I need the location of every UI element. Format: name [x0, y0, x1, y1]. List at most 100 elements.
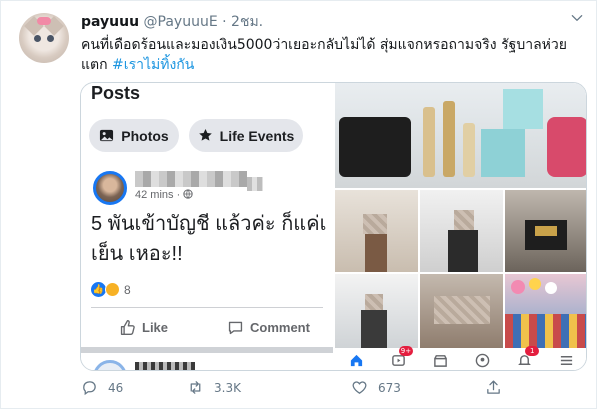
tweet-actions: 46 3.3K 673 [81, 379, 581, 401]
grid-photo[interactable] [335, 274, 418, 348]
marketplace-tab[interactable] [433, 353, 448, 368]
tweet-text-line-2: แตก #เราไม่ทิ้งกัน [81, 55, 581, 75]
star-flag-icon [198, 128, 212, 141]
menu-tab[interactable] [559, 353, 574, 368]
user-handle[interactable]: @PayuuuE [144, 14, 218, 30]
share-button[interactable] [485, 379, 502, 396]
like-reaction-icon: 👍 [91, 282, 106, 297]
menu-icon [561, 355, 573, 365]
notification-badge: 9+ [398, 345, 414, 356]
post-body: 5 พันเข้าบัญชี แล้วค่ะ ก็แค่เ เย็น เหอะ!… [91, 209, 326, 269]
person-figure [448, 230, 478, 272]
profile-icon [475, 353, 490, 367]
next-post-blurred-name [135, 362, 195, 370]
photos-button[interactable]: Photos [89, 119, 179, 152]
blurred-region [247, 177, 263, 191]
post-divider [91, 307, 323, 308]
tweet-media[interactable]: Posts Photos Life Events 42 mins · 5 พัน… [80, 82, 587, 371]
reply-icon [83, 381, 96, 396]
heart-icon [352, 381, 367, 394]
fb-comment-button[interactable]: Comment [227, 319, 310, 336]
user-avatar[interactable] [19, 13, 69, 63]
pink-handbag [547, 117, 586, 177]
reply-count: 46 [108, 380, 124, 395]
like-button[interactable]: 673 [351, 379, 401, 396]
teal-box [503, 89, 543, 129]
blurred-face [454, 210, 474, 230]
grid-photo[interactable] [505, 190, 586, 272]
tweet-text: คนที่เดือดร้อนและมองเงิน5000ว่าเยอะกลับไ… [81, 35, 581, 75]
retweet-button[interactable]: 3.3K [187, 379, 241, 396]
fb-comment-label: Comment [250, 320, 310, 335]
post-body-line-2: เย็น เหอะ!! [91, 243, 183, 265]
person-figure [365, 234, 387, 272]
reaction-count: 8 [124, 282, 131, 297]
facebook-screenshot[interactable]: Posts Photos Life Events 42 mins · 5 พัน… [81, 83, 333, 370]
teal-box [481, 129, 525, 177]
tweet-card[interactable]: payuuu @PayuuuE · 2ชม. คนที่เดือดร้อนและ… [0, 0, 597, 409]
blurred-face [363, 214, 387, 234]
tweet-text-line-1: คนที่เดือดร้อนและมองเงิน5000ว่าเยอะกลับไ… [81, 37, 567, 53]
life-events-button[interactable]: Life Events [189, 119, 303, 152]
avatar-bow [37, 17, 51, 25]
fb-like-button[interactable]: Like [119, 319, 168, 336]
perfume-bottle [423, 107, 435, 177]
message-badge: 1 [525, 345, 540, 356]
blurred-face [365, 294, 383, 310]
like-count: 673 [378, 380, 401, 395]
display-name[interactable]: payuuu [81, 14, 139, 30]
video-tab[interactable]: 9+ [391, 345, 414, 368]
life-events-label: Life Events [219, 127, 295, 144]
app-bottom-nav: 9+ 1 [335, 345, 586, 370]
tweet-text-prefix: แตก [81, 57, 113, 73]
share-icon [487, 380, 500, 394]
balloon [529, 278, 541, 290]
globe-icon [183, 189, 193, 199]
grid-photo[interactable] [335, 190, 418, 272]
notifications-tab[interactable]: 1 [517, 345, 540, 368]
perfume-bottle [443, 101, 455, 177]
retweet-icon [190, 381, 201, 394]
blurred-faces [434, 296, 490, 324]
post-meta-separator: · [176, 189, 181, 201]
avatar-eye-right [47, 35, 54, 42]
fb-like-label: Like [142, 320, 169, 335]
balloon [545, 282, 557, 294]
person-figure [361, 310, 387, 348]
hashtag-link[interactable]: #เราไม่ทิ้งกัน [112, 57, 194, 73]
photo-grid-screenshot[interactable]: 9+ 1 [335, 83, 586, 370]
tweet-time[interactable]: 2ชม. [231, 14, 263, 30]
balloon [511, 280, 525, 294]
blurred-author-name [135, 171, 247, 187]
retweet-count: 3.3K [214, 380, 241, 395]
photos-label: Photos [121, 127, 169, 144]
luxury-items-photo[interactable] [335, 83, 586, 188]
black-handbag [339, 117, 411, 177]
grid-photo[interactable] [420, 190, 503, 272]
posts-heading: Posts [91, 83, 141, 103]
post-author-avatar[interactable] [93, 171, 127, 205]
gold-logo [535, 226, 557, 236]
post-meta: 42 mins · [135, 189, 193, 201]
perfume-bottle [463, 123, 475, 177]
post-separator [81, 347, 333, 353]
grid-photo[interactable] [505, 274, 586, 348]
home-tab[interactable] [349, 353, 364, 368]
photos-icon [100, 129, 114, 142]
tweet-header: payuuu @PayuuuE · 2ชม. [81, 11, 263, 33]
crowd [505, 314, 586, 348]
thumbs-up-icon [120, 320, 135, 335]
post-time: 42 mins [135, 189, 174, 201]
post-body-line-1: 5 พันเข้าบัญชี แล้วค่ะ ก็แค่เ [91, 213, 327, 235]
shop-icon [434, 354, 447, 367]
reply-button[interactable]: 46 [81, 379, 123, 396]
next-post-avatar [93, 360, 127, 370]
header-separator: · [222, 14, 227, 30]
reactions[interactable]: 👍 8 [91, 282, 131, 297]
comment-icon [228, 321, 243, 335]
chevron-down-icon[interactable] [570, 11, 584, 25]
home-icon [350, 354, 362, 366]
profile-tab[interactable] [475, 353, 490, 368]
avatar-eye-left [34, 35, 41, 42]
grid-photo[interactable] [420, 274, 503, 348]
